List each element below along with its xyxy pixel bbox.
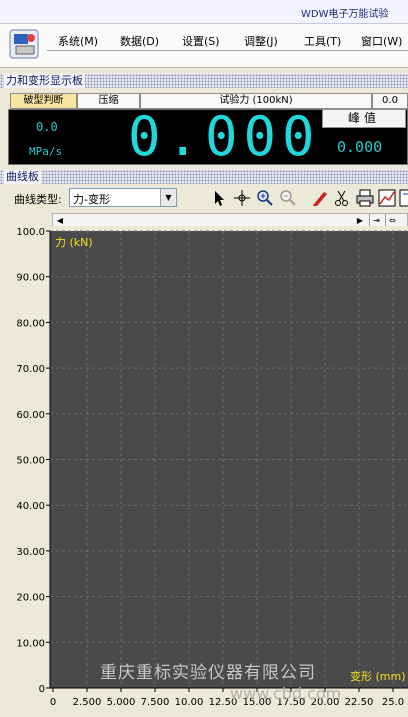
- toolbar-divider: [47, 50, 408, 67]
- rate-value: 0.0: [36, 120, 58, 134]
- curve-type-select[interactable]: 力-变形 ▼: [69, 188, 177, 207]
- menu-window[interactable]: 窗口(W): [361, 33, 402, 49]
- force-panel-title: 力和变形显示板: [4, 74, 85, 88]
- printer-icon[interactable]: [355, 188, 375, 208]
- menu-data[interactable]: 数据(D): [120, 33, 159, 49]
- zoom-in-icon[interactable]: [255, 188, 275, 208]
- plot-area: [50, 231, 408, 688]
- x-tick-label: 2.500: [73, 697, 102, 708]
- crosshair-icon[interactable]: [232, 188, 252, 208]
- pointer-icon[interactable]: [209, 188, 229, 208]
- title-bar: WDW电子万能试验: [0, 0, 408, 24]
- settings-icon[interactable]: [399, 188, 408, 208]
- pen-icon[interactable]: [310, 188, 330, 208]
- y-tick-label: 100.0: [16, 227, 45, 238]
- force-value: 0.000: [128, 105, 321, 168]
- corner-value: 0.0: [372, 93, 408, 109]
- y-tick-label: 40.00: [16, 501, 45, 512]
- x-axis-label: 变形 (mm): [350, 669, 406, 683]
- curve-panel-title: 曲线板: [4, 170, 41, 184]
- y-tick-label: 60.00: [16, 410, 45, 421]
- zoom-out-icon[interactable]: [278, 188, 298, 208]
- peak-button[interactable]: 峰值: [322, 109, 406, 128]
- app-icon[interactable]: [8, 28, 40, 60]
- y-tick-label: 30.00: [16, 547, 45, 558]
- menu-settings[interactable]: 设置(S): [182, 33, 220, 49]
- chart-icon[interactable]: [377, 188, 397, 208]
- curve-panel-header: 曲线板: [0, 170, 408, 184]
- y-axis-label: 力 (kN): [55, 236, 93, 249]
- menu-system[interactable]: 系统(M): [58, 33, 98, 49]
- force-deformation-chart: 0 10.00 20.00 30.00 40.00 50.00 60.00 70.00 80.0…: [0, 226, 408, 717]
- x-tick-label: 5.000: [107, 697, 136, 708]
- x-tick-label: 10.00: [175, 697, 204, 708]
- rate-unit: MPa/s: [29, 145, 63, 158]
- watermark-company: 重庆重标实验仪器有限公司: [100, 663, 316, 683]
- y-tick-label: 0: [39, 684, 45, 695]
- x-tick-label: 0: [50, 697, 56, 708]
- window-title: WDW电子万能试验: [301, 9, 389, 20]
- peak-value: 0.000: [337, 138, 383, 156]
- y-tick-label: 20.00: [16, 593, 45, 604]
- x-tick-label: 22.50: [345, 697, 374, 708]
- curve-type-value: 力-变形: [73, 193, 110, 206]
- y-tick-label: 90.00: [16, 273, 45, 284]
- y-tick-label: 80.00: [16, 318, 45, 329]
- y-tick-label: 10.00: [16, 638, 45, 649]
- menu-adjust[interactable]: 调整(J): [244, 33, 278, 49]
- curve-type-label: 曲线类型:: [14, 193, 62, 206]
- force-panel-header: 力和变形显示板: [0, 74, 408, 88]
- menu-tools[interactable]: 工具(T): [304, 33, 341, 49]
- chevron-down-icon[interactable]: ▼: [160, 189, 176, 206]
- watermark-url: www.cbd.com: [230, 684, 342, 703]
- x-tick-label: 25.0: [382, 697, 404, 708]
- y-tick-label: 70.00: [16, 364, 45, 375]
- x-tick-label: 7.500: [141, 697, 170, 708]
- y-tick-label: 50.00: [16, 456, 45, 467]
- tab-fracture-judge[interactable]: 破型判断: [10, 93, 77, 109]
- scissors-icon[interactable]: [332, 188, 352, 208]
